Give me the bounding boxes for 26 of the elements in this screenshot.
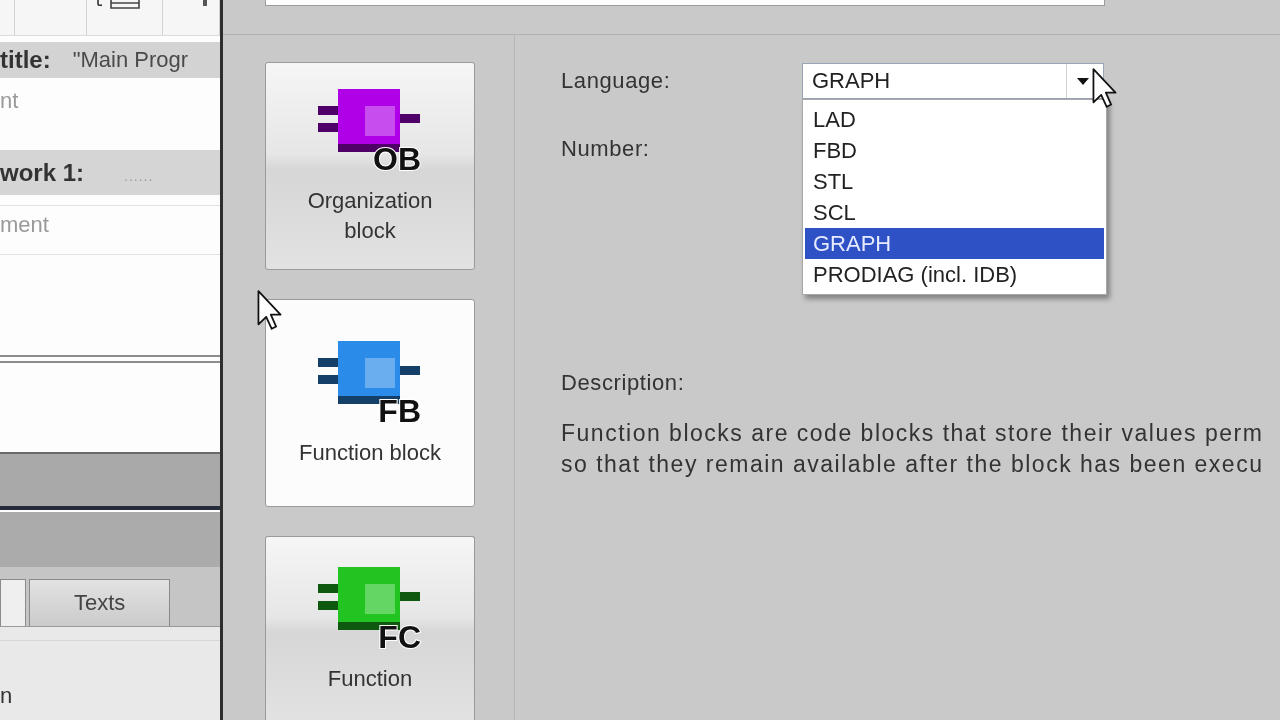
dropdown-option[interactable]: PRODIAG (incl. IDB) <box>805 259 1104 290</box>
mouse-pointer-icon <box>256 289 283 331</box>
network-title-label: work 1: <box>0 158 85 187</box>
description-label: Description: <box>561 370 685 396</box>
network-title-field[interactable]: ...... <box>124 164 205 187</box>
hook-icon[interactable] <box>96 0 103 6</box>
caret-icon <box>1077 77 1089 85</box>
block-comment-text: nt <box>0 88 19 114</box>
block-title-label: title: <box>0 46 51 74</box>
dropdown-option[interactable]: STL <box>805 166 1104 197</box>
dropdown-option[interactable]: LAD <box>805 104 1104 135</box>
block-type-button[interactable]: FC Function <box>265 536 475 720</box>
network-comment-text: ment <box>0 212 49 238</box>
block-type-button[interactable]: FB Function block <box>265 299 475 507</box>
tab[interactable]: Texts <box>29 579 171 626</box>
tab[interactable] <box>0 579 26 626</box>
language-label: Language: <box>561 68 672 94</box>
input-field[interactable] <box>265 0 1105 6</box>
dropdown-option[interactable]: SCL <box>805 197 1104 228</box>
dropdown-option[interactable]: GRAPH <box>805 228 1104 259</box>
description-text: Function blocks are code blocks that store their values perm so that they remain available after the block has been execu <box>561 419 1264 479</box>
list-text: n <box>0 683 13 709</box>
dropdown-option[interactable]: FBD <box>805 135 1104 166</box>
number-label: Number: <box>561 136 650 162</box>
block-title-value: "Main Progr <box>72 47 189 73</box>
block-type-button[interactable]: OB Organization block <box>265 62 475 270</box>
